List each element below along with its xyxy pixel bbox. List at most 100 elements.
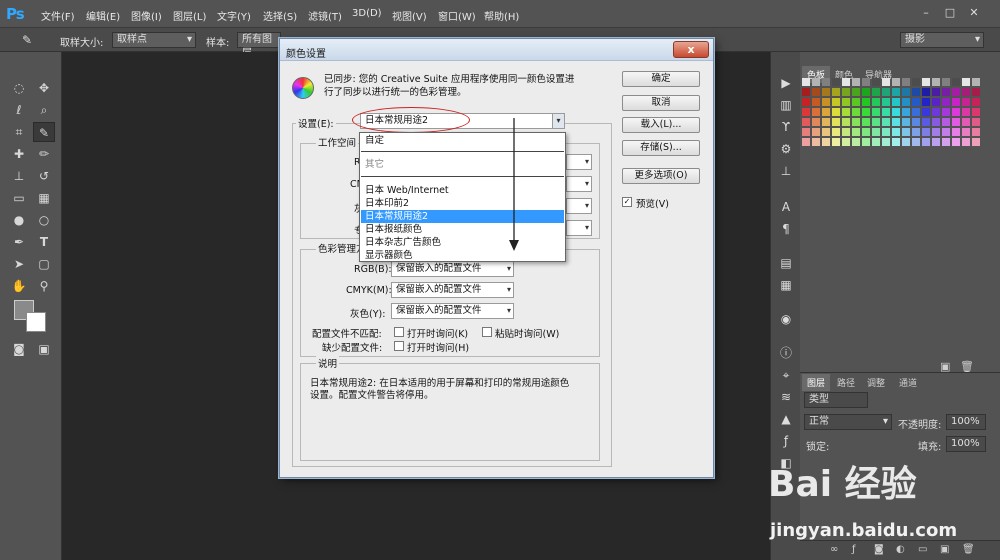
sample-size-select[interactable]: 取样点 ▾ [112,32,196,48]
color-swatch[interactable] [932,138,940,146]
color-swatch[interactable] [842,88,850,96]
healing-brush-icon[interactable]: ✚ [8,144,30,164]
cm-gray-combo[interactable]: 保留嵌入的配置文件 ▾ [391,303,514,319]
color-swatch[interactable] [892,88,900,96]
color-swatch[interactable] [932,108,940,116]
color-swatch[interactable] [922,118,930,126]
color-swatch[interactable] [802,88,810,96]
color-swatch[interactable] [822,98,830,106]
color-swatch[interactable] [862,108,870,116]
menu-help[interactable]: 帮助(H) [484,8,519,23]
color-swatch[interactable] [932,78,940,86]
adjust-icon[interactable]: ≋ [775,388,797,406]
color-swatch[interactable] [822,128,830,136]
restore-button[interactable]: □ [942,6,958,20]
eyedropper-icon[interactable]: ✎ [22,33,32,47]
color-swatch[interactable] [802,128,810,136]
ok-button[interactable]: 确定 [622,71,700,87]
menu-filter[interactable]: 滤镜(T) [308,8,342,23]
color-swatch[interactable] [852,98,860,106]
dialog-close-button[interactable]: x [673,41,709,58]
mask-icon[interactable]: ◙ [874,544,884,555]
menu-select[interactable]: 选择(S) [263,8,297,23]
color-swatch[interactable] [932,98,940,106]
color-swatch[interactable] [972,108,980,116]
lasso-tool-icon[interactable]: ℓ [8,100,30,120]
color-swatch[interactable] [962,118,970,126]
dodge-tool-icon[interactable]: ○ [33,210,55,230]
tab-adjustments[interactable]: 调整 [862,374,890,391]
color-swatch[interactable] [872,138,880,146]
menu-edit[interactable]: 编辑(E) [86,8,120,23]
tab-paths[interactable]: 路径 [832,374,860,391]
color-swatch[interactable] [962,88,970,96]
workspace-cmyk-combo[interactable]: ▾ [566,176,592,192]
color-swatch[interactable] [922,128,930,136]
workspace-rgb-combo[interactable]: ▾ [566,154,592,170]
group-icon[interactable]: ▭ [918,544,927,555]
zoom-tool-icon[interactable]: ⚲ [33,276,55,296]
color-swatch[interactable] [912,78,920,86]
fx-icon[interactable]: ƒ [775,432,797,450]
color-swatch[interactable] [952,98,960,106]
color-swatch[interactable] [962,128,970,136]
color-swatch[interactable] [882,98,890,106]
path-select-icon[interactable]: ➤ [8,254,30,274]
color-swatch[interactable] [942,118,950,126]
color-swatch[interactable] [942,138,950,146]
cm-rgb-combo[interactable]: 保留嵌入的配置文件 ▾ [391,261,514,277]
gradient-tool-icon[interactable]: ▦ [33,188,55,208]
fill-field[interactable]: 100% [946,436,986,452]
dropdown-item-monitor[interactable]: 显示器颜色 [361,249,564,262]
swatch-grid[interactable] [802,78,982,150]
adjustment-layer-icon[interactable]: ◐ [896,544,905,555]
color-swatch[interactable] [922,108,930,116]
color-swatch[interactable] [842,138,850,146]
color-swatch[interactable] [812,128,820,136]
color-swatch[interactable] [872,98,880,106]
color-swatch[interactable] [942,98,950,106]
color-swatch[interactable] [942,88,950,96]
color-swatch[interactable] [972,118,980,126]
color-swatch[interactable] [972,138,980,146]
save-button[interactable]: 存储(S)... [622,140,700,156]
color-swatch[interactable] [862,88,870,96]
hand-tool-icon[interactable]: ✋ [8,276,30,296]
color-swatch[interactable] [812,108,820,116]
color-swatch[interactable] [952,108,960,116]
dropdown-item-japan-newspaper[interactable]: 日本报纸颜色 [361,223,564,236]
color-swatch[interactable] [842,78,850,86]
color-swatch[interactable] [802,138,810,146]
cancel-button[interactable]: 取消 [622,95,700,111]
info-icon[interactable]: ⓘ [775,344,797,362]
background-color-swatch[interactable] [26,312,46,332]
dropdown-item-japan-prepress[interactable]: 日本印前2 [361,197,564,210]
color-swatch[interactable] [832,128,840,136]
crop-tool-icon[interactable]: ⌗ [8,122,30,142]
color-swatch[interactable] [832,138,840,146]
color-swatch[interactable] [882,138,890,146]
color-swatch[interactable] [872,88,880,96]
close-window-button[interactable]: ✕ [966,6,982,20]
color-swatch[interactable] [912,88,920,96]
color-swatch[interactable] [952,118,960,126]
color-swatch[interactable] [802,118,810,126]
color-swatch[interactable] [832,88,840,96]
color-swatch[interactable] [842,98,850,106]
color-swatch[interactable] [882,78,890,86]
menu-layer[interactable]: 图层(L) [173,8,206,23]
menu-image[interactable]: 图像(I) [131,8,162,23]
load-button[interactable]: 载入(L)... [622,117,700,133]
color-swatch[interactable] [912,118,920,126]
color-swatch[interactable] [812,138,820,146]
color-swatch[interactable] [852,78,860,86]
color-swatch[interactable] [902,78,910,86]
notes-icon[interactable]: ▦ [775,276,797,294]
color-swatch[interactable] [862,118,870,126]
color-swatch[interactable] [902,98,910,106]
color-swatch[interactable] [812,88,820,96]
color-swatch[interactable] [862,128,870,136]
color-swatch[interactable] [822,78,830,86]
color-swatch[interactable] [962,78,970,86]
move-tool-icon[interactable]: ✥ [33,78,55,98]
